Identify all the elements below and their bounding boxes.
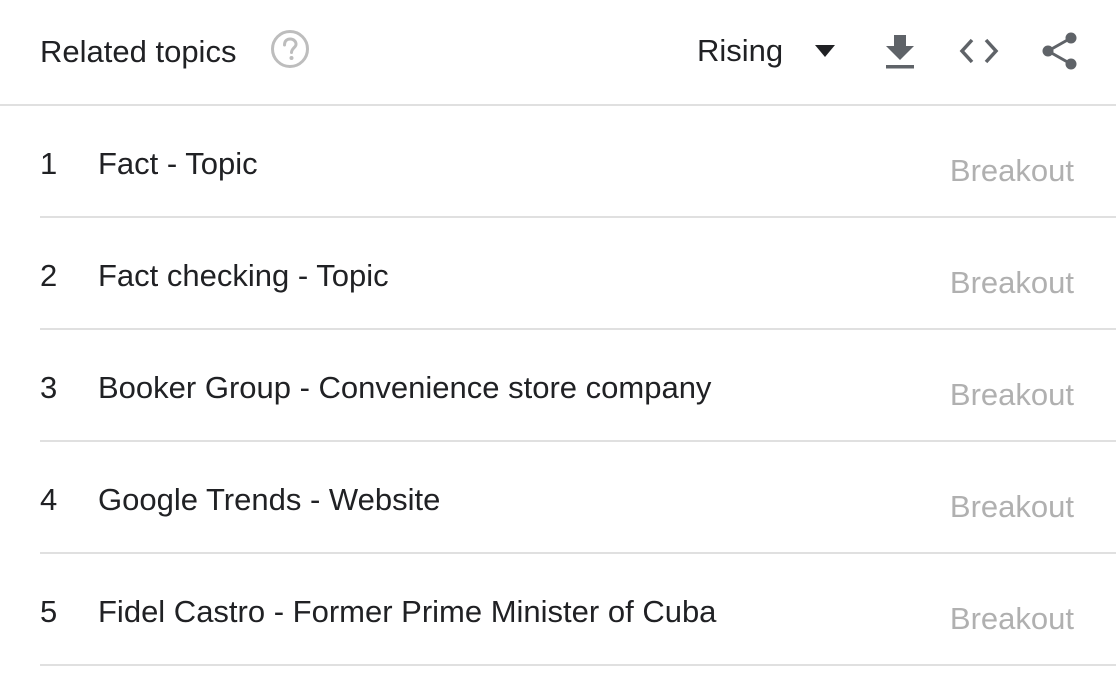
list-item-rank: 1	[40, 146, 58, 181]
widget-header: Related topics Rising	[0, 0, 1116, 106]
list-item-value: Breakout	[949, 601, 1074, 636]
list-item-title[interactable]: Booker Group - Convenience store company	[98, 370, 711, 406]
list-item-rank: 4	[40, 482, 58, 517]
list-item[interactable]: 4 Google Trends - Website Breakout	[40, 442, 1116, 554]
filter-selected-label: Rising	[697, 33, 784, 68]
list-item-value: Breakout	[949, 489, 1074, 524]
list-item-title[interactable]: Fidel Castro - Former Prime Minister of …	[98, 594, 716, 630]
filter-dropdown[interactable]: Rising	[690, 26, 837, 76]
list-item[interactable]: 1 Fact - Topic Breakout	[40, 106, 1116, 218]
list-item-value: Breakout	[949, 377, 1074, 412]
list-item-value: Breakout	[949, 265, 1074, 300]
share-icon[interactable]	[1038, 30, 1080, 72]
list-item-title[interactable]: Google Trends - Website	[98, 482, 440, 518]
list-item-title[interactable]: Fact checking - Topic	[98, 258, 389, 294]
list-item-rank: 3	[40, 370, 58, 405]
list-item[interactable]: 2 Fact checking - Topic Breakout	[40, 218, 1116, 330]
related-topics-widget: Related topics Rising 1 Fact - Topic Bre…	[0, 0, 1116, 680]
caret-down-icon	[815, 45, 836, 57]
list-item-title[interactable]: Fact - Topic	[98, 146, 258, 182]
list-item[interactable]: 3 Booker Group - Convenience store compa…	[40, 330, 1116, 442]
widget-title: Related topics	[40, 34, 237, 69]
help-circle-icon[interactable]	[270, 29, 310, 69]
list-item-rank: 5	[40, 594, 58, 629]
list-item[interactable]: 5 Fidel Castro - Former Prime Minister o…	[40, 554, 1116, 666]
download-icon[interactable]	[879, 30, 921, 72]
topics-list: 1 Fact - Topic Breakout 2 Fact checking …	[0, 106, 1116, 666]
list-item-value: Breakout	[949, 153, 1074, 188]
code-icon[interactable]	[958, 30, 1000, 72]
list-item-rank: 2	[40, 258, 58, 293]
